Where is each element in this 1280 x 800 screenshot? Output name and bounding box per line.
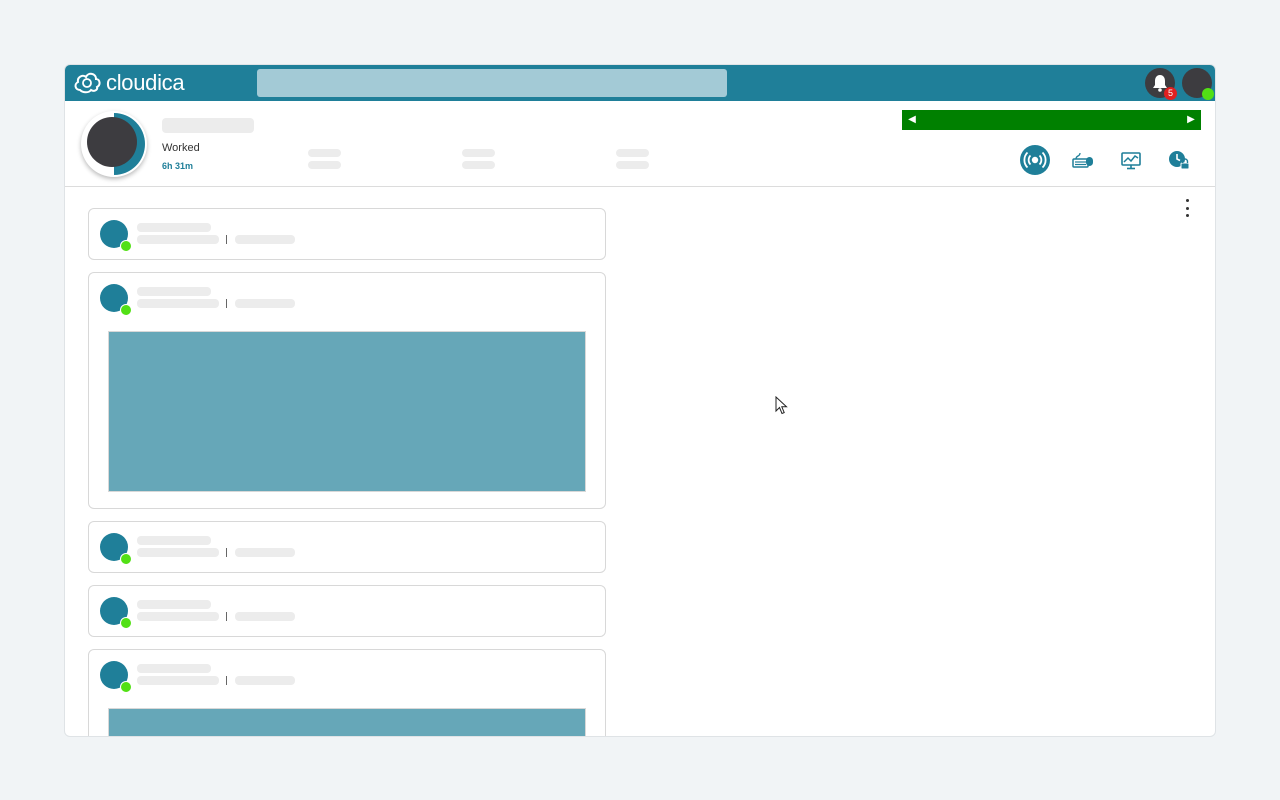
card-meta-placeholder xyxy=(137,612,219,621)
kebab-dot xyxy=(1185,214,1189,217)
stat-placeholder xyxy=(462,149,495,157)
card-name-placeholder xyxy=(137,600,211,609)
feed-card[interactable] xyxy=(88,208,606,260)
stat-placeholder xyxy=(616,149,649,157)
card-time-placeholder xyxy=(235,235,295,244)
card-meta-placeholder xyxy=(137,299,219,308)
online-status-dot xyxy=(120,553,132,565)
search-input[interactable] xyxy=(257,69,727,97)
stat-placeholder xyxy=(308,149,341,157)
top-bar: cloudica 5 xyxy=(65,65,1215,101)
more-options-button[interactable] xyxy=(1179,197,1195,219)
card-name-placeholder xyxy=(137,536,211,545)
card-media[interactable] xyxy=(108,331,586,492)
online-status-dot xyxy=(1202,88,1214,100)
clock-lock-icon xyxy=(1169,151,1190,170)
notifications-button[interactable]: 5 xyxy=(1145,68,1177,100)
feed-card[interactable] xyxy=(88,649,606,736)
card-time-placeholder xyxy=(235,299,295,308)
card-meta-placeholder xyxy=(137,676,219,685)
mouse-cursor-icon xyxy=(775,396,788,415)
card-avatar xyxy=(100,661,132,693)
card-time-placeholder xyxy=(235,676,295,685)
worked-time: 6h 31m xyxy=(162,161,194,171)
feed-card[interactable] xyxy=(88,585,606,637)
card-avatar xyxy=(100,533,132,565)
online-status-dot xyxy=(120,617,132,629)
meta-separator xyxy=(226,548,227,557)
brand-name: cloudica xyxy=(106,70,185,95)
keyboard-mouse-icon xyxy=(1072,152,1093,168)
meta-separator xyxy=(226,235,227,244)
user-avatar[interactable] xyxy=(1182,68,1214,100)
cloud-logo-icon xyxy=(74,72,101,94)
card-meta-placeholder xyxy=(137,548,219,557)
card-name-placeholder xyxy=(137,223,211,232)
broadcast-button[interactable] xyxy=(1020,145,1050,175)
user-name-placeholder xyxy=(162,118,254,133)
kebab-dot xyxy=(1185,199,1189,202)
activity-monitor-button[interactable] xyxy=(1116,145,1146,175)
stat-placeholder xyxy=(462,161,495,169)
card-avatar xyxy=(100,284,132,316)
logo[interactable]: cloudica xyxy=(73,70,185,96)
kebab-dot xyxy=(1185,206,1189,210)
online-status-dot xyxy=(120,240,132,252)
card-avatar xyxy=(100,597,132,629)
card-name-placeholder xyxy=(137,287,211,296)
online-status-dot xyxy=(120,681,132,693)
meta-separator xyxy=(226,676,227,685)
card-time-placeholder xyxy=(235,548,295,557)
stat-placeholder xyxy=(616,161,649,169)
feed-card[interactable] xyxy=(88,521,606,573)
time-lock-button[interactable] xyxy=(1164,145,1194,175)
profile-avatar[interactable] xyxy=(81,111,147,177)
profile-photo xyxy=(87,117,137,167)
activity-monitor-icon xyxy=(1121,152,1141,170)
meta-separator xyxy=(226,299,227,308)
broadcast-icon xyxy=(1023,151,1047,169)
card-time-placeholder xyxy=(235,612,295,621)
banner-prev-button[interactable]: ◀ xyxy=(902,110,922,130)
keyboard-mouse-button[interactable] xyxy=(1068,145,1098,175)
banner-next-button[interactable]: ▶ xyxy=(1181,110,1201,130)
card-media[interactable] xyxy=(108,708,586,736)
status-banner: ◀ ▶ xyxy=(902,110,1201,130)
card-meta-placeholder xyxy=(137,235,219,244)
online-status-dot xyxy=(120,304,132,316)
feed-card[interactable] xyxy=(88,272,606,509)
worked-label: Worked xyxy=(162,142,200,154)
card-avatar xyxy=(100,220,132,252)
app-window: cloudica 5 Worked 6h 31m ◀ ▶ xyxy=(64,64,1216,737)
header-panel: Worked 6h 31m ◀ ▶ xyxy=(65,101,1215,187)
card-name-placeholder xyxy=(137,664,211,673)
notification-count-badge: 5 xyxy=(1164,87,1177,100)
stat-placeholder xyxy=(308,161,341,169)
meta-separator xyxy=(226,612,227,621)
